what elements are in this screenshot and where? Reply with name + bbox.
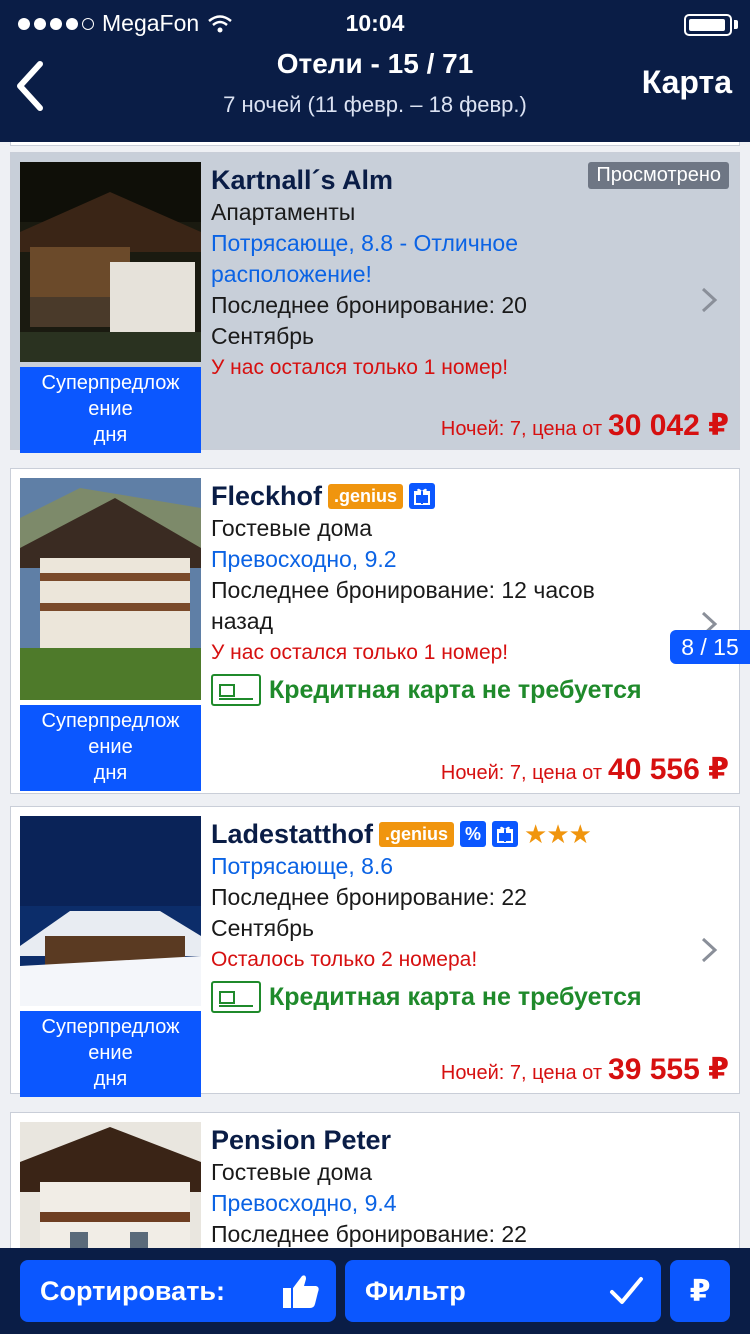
sort-button[interactable]: Сортировать: xyxy=(20,1260,336,1322)
credit-card-icon xyxy=(211,674,261,706)
currency-button[interactable]: ₽ xyxy=(670,1260,730,1322)
last-booking: Последнее бронирование: 12 часов xyxy=(211,577,595,603)
price-line: Ночей: 7, цена от 40 556 ₽ xyxy=(440,753,729,786)
no-credit-card-note: Кредитная карта не требуется xyxy=(211,674,731,706)
chevron-right-icon xyxy=(701,287,718,313)
hotel-name: Kartnall´s Alm xyxy=(211,164,394,195)
genius-badge: .genius xyxy=(379,821,455,847)
hotel-card[interactable]: Суперпредлож ение дня Ladestatthof .genius… xyxy=(10,806,740,1097)
price-value: 40 556 ₽ xyxy=(608,753,729,786)
property-type: Гостевые дома xyxy=(211,1159,373,1185)
last-booking-cont: Сентябрь xyxy=(211,323,315,349)
gift-icon xyxy=(409,483,436,509)
hotel-photo xyxy=(20,1122,201,1248)
hotel-card[interactable]: Pension Peter Гостевые дома Превосходно,… xyxy=(10,1112,740,1248)
hotel-card[interactable]: Суперпредлож ение дня Просмотрено Kartnall… xyxy=(10,152,740,453)
urgency-text: У нас остался только 1 номер! xyxy=(211,356,509,379)
previous-card-stub xyxy=(10,142,740,146)
last-booking: Последнее бронирование: 20 xyxy=(211,292,527,318)
last-booking-cont: назад xyxy=(211,608,273,634)
last-booking: Последнее бронирование: 22 xyxy=(211,1221,527,1247)
bottom-toolbar: Сортировать: Фильтр ₽ xyxy=(0,1248,750,1334)
hotel-info: Ladestatthof .genius % ★★★ Потрясающе, 8… xyxy=(211,817,731,1013)
hotel-card[interactable]: Суперпредлож ение дня Fleckhof .genius Гос… xyxy=(10,468,740,794)
thumbs-up-icon xyxy=(283,1275,319,1308)
price-line: Ночей: 7, цена от 30 042 ₽ xyxy=(440,409,729,442)
rating-text: Превосходно, 9.2 xyxy=(211,546,397,572)
price-value: 39 555 ₽ xyxy=(608,1053,729,1086)
star-rating: ★★★ xyxy=(524,818,592,849)
deal-badge: Суперпредлож ение дня xyxy=(20,367,201,453)
hotel-photo xyxy=(20,816,201,1006)
property-type: Апартаменты xyxy=(211,199,356,225)
genius-badge: .genius xyxy=(328,483,404,509)
no-credit-card-note: Кредитная карта не требуется xyxy=(211,981,731,1013)
filter-button[interactable]: Фильтр xyxy=(345,1260,661,1322)
property-type: Гостевые дома xyxy=(211,515,373,541)
last-booking-cont: Сентябрь xyxy=(211,915,315,941)
battery-tip xyxy=(734,20,738,29)
hotel-thumbnail xyxy=(20,1122,201,1248)
hotel-photo xyxy=(20,162,201,362)
sort-label: Сортировать: xyxy=(40,1275,226,1306)
hotel-info: Fleckhof .genius Гостевые дома Превосход… xyxy=(211,479,731,706)
rating-text: Потрясающе, 8.8 - Отличное xyxy=(211,230,518,256)
filter-label: Фильтр xyxy=(365,1275,466,1306)
deal-badge: Суперпредлож ение дня xyxy=(20,705,201,791)
map-button[interactable]: Карта xyxy=(642,64,732,101)
hotel-thumbnail: Суперпредлож ение дня xyxy=(20,478,201,791)
discount-icon: % xyxy=(460,821,487,847)
hotel-thumbnail: Суперпредлож ение дня xyxy=(20,816,201,1097)
rating-text-cont: расположение! xyxy=(211,261,372,287)
page-indicator: 8 / 15 xyxy=(670,630,750,664)
chevron-right-icon xyxy=(701,937,718,963)
hotel-info: Kartnall´s Alm Апартаменты Потрясающе, 8… xyxy=(211,163,731,383)
top-bar: MegaFon 10:04 Отели - 15 / 71 7 ночей (1… xyxy=(0,0,750,142)
hotel-name: Fleckhof xyxy=(211,480,323,511)
hotel-info: Pension Peter Гостевые дома Превосходно,… xyxy=(211,1123,731,1248)
hotel-list[interactable]: Суперпредлож ение дня Просмотрено Kartnall… xyxy=(0,142,750,1248)
battery-icon xyxy=(684,14,732,36)
credit-card-icon xyxy=(211,981,261,1013)
price-line: Ночей: 7, цена от 39 555 ₽ xyxy=(440,1053,729,1086)
last-booking: Последнее бронирование: 22 xyxy=(211,884,527,910)
rating-text: Превосходно, 9.4 xyxy=(211,1190,397,1216)
hotel-name: Pension Peter xyxy=(211,1124,392,1155)
rating-text: Потрясающе, 8.6 xyxy=(211,853,394,879)
hotel-name: Ladestatthof xyxy=(211,818,373,849)
hotel-thumbnail: Суперпредлож ение дня xyxy=(20,162,201,453)
deal-badge: Суперпредлож ение дня xyxy=(20,1011,201,1097)
checkmark-icon xyxy=(610,1277,643,1304)
price-value: 30 042 ₽ xyxy=(608,409,729,442)
page-title: Отели - 15 / 71 xyxy=(276,48,474,79)
date-range: 7 ночей (11 февр. – 18 февр.) xyxy=(223,92,527,117)
urgency-text: У нас остался только 1 номер! xyxy=(211,641,509,664)
status-bar: MegaFon 10:04 xyxy=(0,6,750,36)
hotel-photo xyxy=(20,478,201,700)
urgency-text: Осталось только 2 номера! xyxy=(211,948,478,971)
gift-icon xyxy=(492,821,519,847)
clock: 10:04 xyxy=(345,10,405,36)
